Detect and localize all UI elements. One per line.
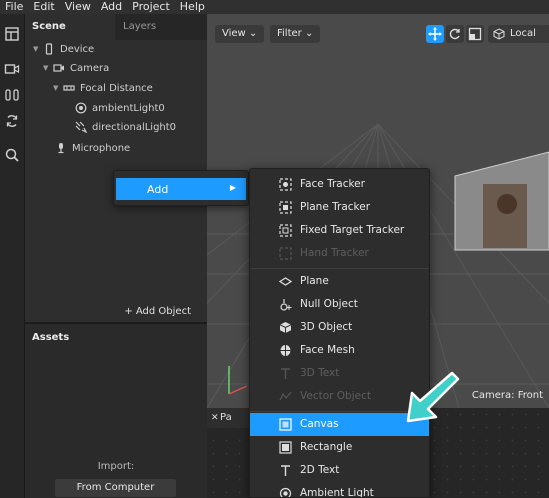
3d-text-icon bbox=[281, 368, 290, 379]
menu-item-add[interactable]: Add ▶ bbox=[116, 178, 246, 200]
columns-icon[interactable] bbox=[4, 87, 20, 103]
null-object-icon bbox=[280, 299, 292, 311]
tree-item-ambient-light[interactable]: ambientLight0 bbox=[75, 99, 165, 117]
rotate-tool-icon[interactable] bbox=[446, 25, 464, 43]
rectangle-icon bbox=[279, 441, 292, 454]
directional-light-icon bbox=[75, 121, 87, 133]
chevron-down-icon: ⌄ bbox=[248, 28, 258, 39]
vector-object-icon bbox=[279, 391, 292, 401]
device-icon bbox=[45, 43, 53, 55]
2d-text-icon bbox=[281, 465, 290, 476]
cube-icon bbox=[493, 28, 505, 40]
tree-item-label: ambientLight0 bbox=[92, 102, 165, 114]
close-icon[interactable]: ✕ bbox=[211, 408, 219, 428]
fixed-target-tracker-icon bbox=[279, 224, 292, 237]
caret-down-icon[interactable]: ▼ bbox=[33, 45, 43, 53]
menu-item-label: Add bbox=[147, 183, 169, 196]
menu-item-face-tracker[interactable]: Face Tracker bbox=[250, 173, 429, 196]
menu-view[interactable]: View bbox=[60, 0, 96, 14]
ambient-light-icon bbox=[279, 487, 292, 497]
layout-icon[interactable] bbox=[4, 26, 20, 42]
tree-item-label: directionalLight0 bbox=[92, 121, 177, 133]
person-preview-image bbox=[483, 184, 527, 248]
menu-item-face-mesh[interactable]: Face Mesh bbox=[250, 339, 429, 362]
menu-item-ambient-light[interactable]: Ambient Light bbox=[250, 482, 429, 497]
menu-divider bbox=[250, 268, 429, 269]
menu-item-hand-tracker: Hand Tracker bbox=[250, 242, 429, 265]
microphone-icon bbox=[58, 143, 64, 154]
scene-tabs: Scene Layers bbox=[25, 14, 207, 40]
face-tracker-icon bbox=[279, 178, 292, 191]
canvas-icon bbox=[279, 418, 292, 431]
video-icon[interactable] bbox=[4, 61, 20, 77]
assets-panel: Assets Import: From Computer bbox=[25, 323, 207, 498]
tree-item-microphone[interactable]: Microphone bbox=[55, 139, 130, 157]
hand-tracker-icon bbox=[279, 247, 292, 260]
menu-file[interactable]: File bbox=[0, 0, 28, 14]
import-label: Import: bbox=[97, 461, 135, 472]
move-tool-icon[interactable] bbox=[426, 25, 444, 43]
menu-item-2d-text[interactable]: 2D Text bbox=[250, 459, 429, 482]
scale-tool-icon[interactable] bbox=[466, 25, 484, 43]
menu-item-3d-object[interactable]: 3D Object bbox=[250, 316, 429, 339]
caret-down-icon[interactable]: ▼ bbox=[53, 84, 63, 92]
focal-distance-icon bbox=[63, 85, 75, 91]
more-options-icon[interactable] bbox=[541, 25, 549, 43]
chevron-right-icon: ▶ bbox=[229, 183, 236, 192]
tree-item-camera[interactable]: ▼ Camera bbox=[43, 59, 109, 77]
context-menu: Add ▶ bbox=[113, 170, 249, 206]
tree-item-label: Focal Distance bbox=[80, 82, 153, 94]
menu-item-null-object[interactable]: Null Object bbox=[250, 293, 429, 316]
from-computer-button[interactable]: From Computer bbox=[55, 479, 176, 497]
face-mesh-icon bbox=[280, 345, 291, 356]
camera-icon bbox=[53, 64, 64, 72]
menu-item-fixed-target-tracker[interactable]: Fixed Target Tracker bbox=[250, 219, 429, 242]
sync-icon[interactable] bbox=[4, 113, 20, 129]
camera-label: Camera: Front bbox=[471, 390, 543, 401]
menu-item-plane[interactable]: Plane bbox=[250, 270, 429, 293]
tree-item-label: Microphone bbox=[72, 142, 131, 154]
assets-title: Assets bbox=[32, 332, 70, 343]
scene-panel: Scene Layers ▼ Device ▼ Camera ▼ Focal D… bbox=[25, 14, 207, 322]
tree-item-label: Camera bbox=[70, 62, 110, 74]
tab-scene[interactable]: Scene bbox=[25, 14, 115, 40]
menu-add[interactable]: Add bbox=[96, 0, 127, 14]
plane-icon bbox=[279, 277, 292, 286]
menu-project[interactable]: Project bbox=[127, 0, 175, 14]
local-toggle[interactable]: Local bbox=[488, 25, 543, 43]
menu-item-plane-tracker[interactable]: Plane Tracker bbox=[250, 196, 429, 219]
patch-tab-label: Pa bbox=[220, 412, 232, 423]
menu-bar: File Edit View Add Project Help bbox=[0, 0, 549, 14]
view-dropdown[interactable]: View ⌄ bbox=[215, 25, 265, 43]
patch-editor-tab[interactable]: ✕ Pa bbox=[207, 408, 252, 428]
tree-item-directional-light[interactable]: directionalLight0 bbox=[75, 118, 176, 136]
tree-item-focal-distance[interactable]: ▼ Focal Distance bbox=[53, 79, 153, 97]
zoom-icon[interactable] bbox=[4, 147, 20, 163]
menu-edit[interactable]: Edit bbox=[28, 0, 59, 14]
tree-item-label: Device bbox=[60, 43, 95, 55]
3d-object-icon bbox=[279, 322, 292, 333]
menu-help[interactable]: Help bbox=[175, 0, 210, 14]
ambient-light-icon bbox=[75, 102, 87, 114]
add-object-button[interactable]: + Add Object bbox=[25, 302, 207, 322]
pointer-arrow-icon bbox=[406, 371, 460, 423]
tab-layers[interactable]: Layers bbox=[115, 14, 207, 40]
filter-dropdown[interactable]: Filter ⌄ bbox=[270, 25, 321, 43]
menu-item-rectangle[interactable]: Rectangle bbox=[250, 436, 429, 459]
caret-down-icon[interactable]: ▼ bbox=[43, 64, 53, 72]
add-submenu: Face Tracker Plane Tracker Fixed Target … bbox=[249, 168, 430, 498]
chevron-down-icon: ⌄ bbox=[304, 28, 314, 39]
tree-item-device[interactable]: ▼ Device bbox=[33, 40, 94, 58]
plane-tracker-icon bbox=[279, 201, 292, 214]
left-toolbar bbox=[0, 14, 25, 498]
